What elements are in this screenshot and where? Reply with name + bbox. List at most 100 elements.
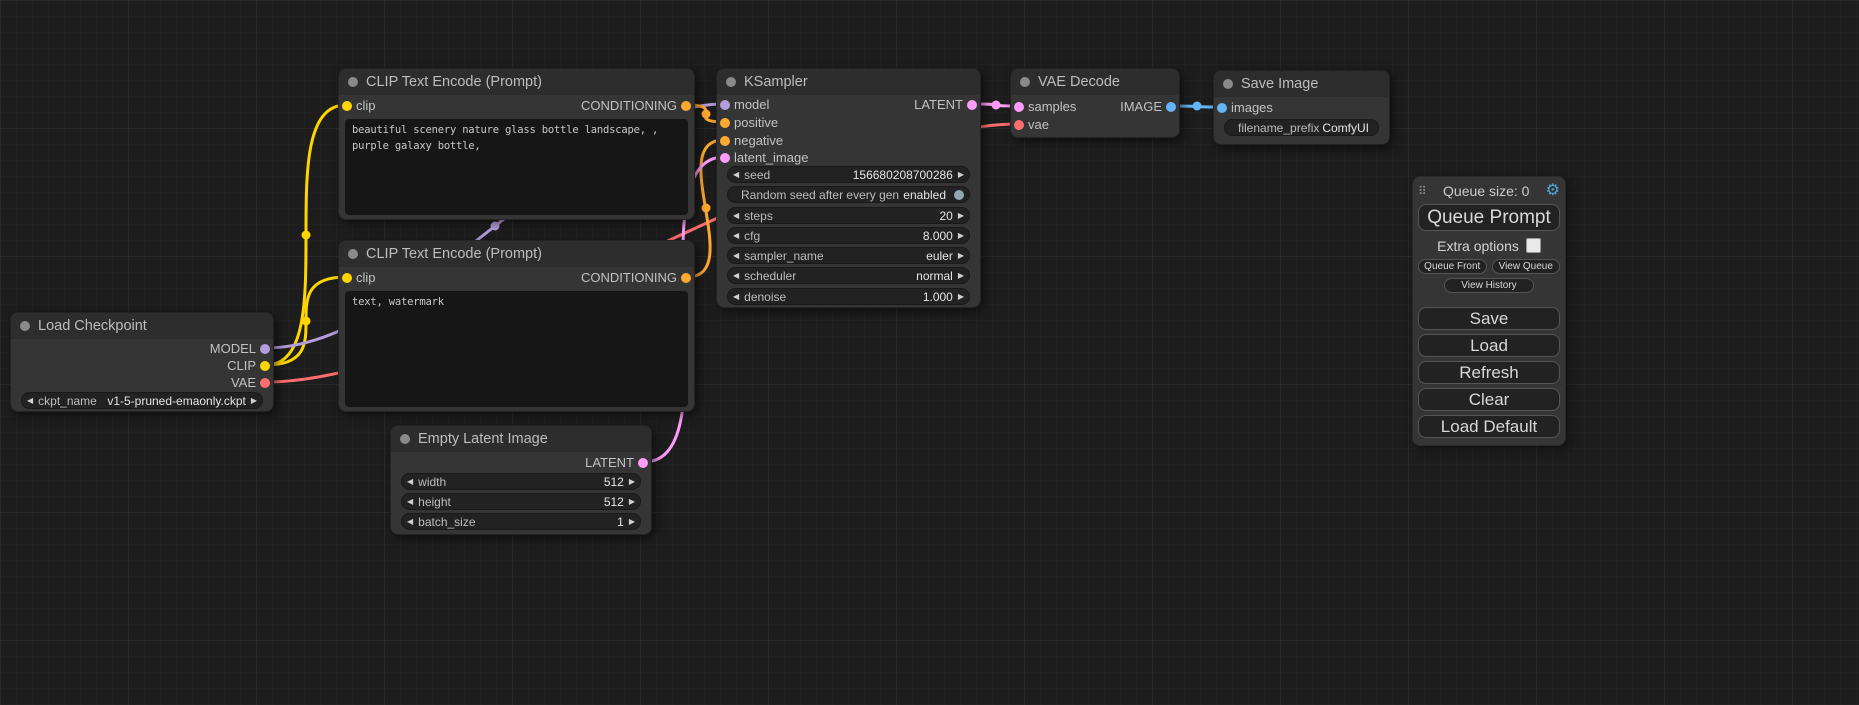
load-button[interactable]: Load bbox=[1418, 334, 1560, 357]
combo-left-arrow-icon[interactable]: ◀ bbox=[733, 212, 739, 220]
output-slot-latent-label: LATENT bbox=[914, 97, 963, 113]
input-socket-model[interactable] bbox=[720, 100, 730, 110]
node-clip-text-encode-negative[interactable]: CLIP Text Encode (Prompt) clip CONDITION… bbox=[338, 240, 695, 412]
refresh-button[interactable]: Refresh bbox=[1418, 361, 1560, 384]
widget-name: cfg bbox=[744, 229, 760, 243]
node-empty-latent-image[interactable]: Empty Latent Image LATENT ◀ width 512 ▶ … bbox=[390, 425, 652, 535]
output-socket-vae[interactable] bbox=[260, 378, 270, 388]
widget-random-seed-toggle[interactable]: Random seed after every gen enabled bbox=[727, 186, 970, 203]
collapse-dot-icon[interactable] bbox=[400, 434, 410, 444]
combo-right-arrow-icon[interactable]: ▶ bbox=[251, 397, 257, 405]
combo-left-arrow-icon[interactable]: ◀ bbox=[407, 518, 413, 526]
input-socket-positive[interactable] bbox=[720, 118, 730, 128]
collapse-dot-icon[interactable] bbox=[1020, 77, 1030, 87]
widget-width[interactable]: ◀ width 512 ▶ bbox=[401, 473, 641, 490]
input-socket-negative[interactable] bbox=[720, 136, 730, 146]
output-slot-latent-label: LATENT bbox=[585, 455, 634, 471]
combo-left-arrow-icon[interactable]: ◀ bbox=[733, 293, 739, 301]
node-title-bar[interactable]: VAE Decode bbox=[1011, 69, 1179, 95]
output-socket-conditioning[interactable] bbox=[681, 101, 691, 111]
combo-right-arrow-icon[interactable]: ▶ bbox=[958, 293, 964, 301]
input-slot-samples-label: samples bbox=[1028, 99, 1076, 115]
settings-gear-icon[interactable]: ⚙ bbox=[1546, 183, 1560, 199]
combo-left-arrow-icon[interactable]: ◀ bbox=[733, 252, 739, 260]
node-load-checkpoint[interactable]: Load Checkpoint MODEL CLIP VAE ◀ ckpt_na… bbox=[10, 312, 274, 412]
combo-right-arrow-icon[interactable]: ▶ bbox=[629, 478, 635, 486]
output-socket-latent[interactable] bbox=[967, 100, 977, 110]
prompt-text-area[interactable]: beautiful scenery nature glass bottle la… bbox=[345, 119, 688, 215]
combo-right-arrow-icon[interactable]: ▶ bbox=[958, 232, 964, 240]
widget-steps[interactable]: ◀ steps 20 ▶ bbox=[727, 207, 970, 224]
combo-right-arrow-icon[interactable]: ▶ bbox=[629, 498, 635, 506]
node-save-image[interactable]: Save Image images filename_prefix ComfyU… bbox=[1213, 70, 1390, 145]
widget-value: 8.000 bbox=[923, 229, 953, 243]
extra-options-checkbox[interactable] bbox=[1526, 238, 1541, 253]
node-title-bar[interactable]: KSampler bbox=[717, 69, 980, 95]
combo-left-arrow-icon[interactable]: ◀ bbox=[407, 478, 413, 486]
view-queue-button[interactable]: View Queue bbox=[1492, 259, 1561, 274]
input-socket-samples[interactable] bbox=[1014, 102, 1024, 112]
output-socket-model[interactable] bbox=[260, 344, 270, 354]
input-socket-clip[interactable] bbox=[342, 273, 352, 283]
link-midpoint-dot bbox=[302, 317, 311, 326]
collapse-dot-icon[interactable] bbox=[348, 249, 358, 259]
input-slot-images-label: images bbox=[1231, 100, 1273, 116]
input-slot-vae-label: vae bbox=[1028, 117, 1049, 133]
input-socket-images[interactable] bbox=[1217, 103, 1227, 113]
combo-right-arrow-icon[interactable]: ▶ bbox=[958, 272, 964, 280]
combo-right-arrow-icon[interactable]: ▶ bbox=[958, 171, 964, 179]
collapse-dot-icon[interactable] bbox=[1223, 79, 1233, 89]
node-title-bar[interactable]: CLIP Text Encode (Prompt) bbox=[339, 69, 694, 95]
toggle-dot-icon[interactable] bbox=[954, 190, 964, 200]
combo-left-arrow-icon[interactable]: ◀ bbox=[733, 272, 739, 280]
widget-cfg[interactable]: ◀ cfg 8.000 ▶ bbox=[727, 227, 970, 244]
view-history-button[interactable]: View History bbox=[1444, 278, 1533, 293]
combo-left-arrow-icon[interactable]: ◀ bbox=[733, 232, 739, 240]
widget-sampler-name[interactable]: ◀ sampler_name euler ▶ bbox=[727, 247, 970, 264]
output-socket-conditioning[interactable] bbox=[681, 273, 691, 283]
widget-scheduler[interactable]: ◀ scheduler normal ▶ bbox=[727, 267, 970, 284]
node-title-bar[interactable]: Load Checkpoint bbox=[11, 313, 273, 339]
input-slot-latent-image-label: latent_image bbox=[734, 150, 808, 166]
widget-height[interactable]: ◀ height 512 ▶ bbox=[401, 493, 641, 510]
widget-ckpt-name[interactable]: ◀ ckpt_name v1-5-pruned-emaonly.ckpt ▶ bbox=[21, 392, 263, 409]
widget-name: seed bbox=[744, 168, 770, 182]
prompt-text-area[interactable]: text, watermark bbox=[345, 291, 688, 407]
node-title-bar[interactable]: Empty Latent Image bbox=[391, 426, 651, 452]
load-default-button[interactable]: Load Default bbox=[1418, 415, 1560, 438]
combo-left-arrow-icon[interactable]: ◀ bbox=[733, 171, 739, 179]
queue-front-button[interactable]: Queue Front bbox=[1418, 259, 1487, 274]
combo-right-arrow-icon[interactable]: ▶ bbox=[958, 212, 964, 220]
output-socket-latent[interactable] bbox=[638, 458, 648, 468]
node-graph-canvas[interactable]: Load Checkpoint MODEL CLIP VAE ◀ ckpt_na… bbox=[0, 0, 1859, 705]
output-socket-clip[interactable] bbox=[260, 361, 270, 371]
drag-handle-icon[interactable]: ⠿ bbox=[1418, 184, 1427, 198]
widget-seed[interactable]: ◀ seed 156680208700286 ▶ bbox=[727, 166, 970, 183]
clear-button[interactable]: Clear bbox=[1418, 388, 1560, 411]
input-socket-vae[interactable] bbox=[1014, 120, 1024, 130]
widget-name: Random seed after every gen bbox=[741, 188, 899, 202]
collapse-dot-icon[interactable] bbox=[20, 321, 30, 331]
input-socket-latent-image[interactable] bbox=[720, 153, 730, 163]
widget-denoise[interactable]: ◀ denoise 1.000 ▶ bbox=[727, 288, 970, 305]
combo-left-arrow-icon[interactable]: ◀ bbox=[27, 397, 33, 405]
node-title-bar[interactable]: Save Image bbox=[1214, 71, 1389, 97]
combo-right-arrow-icon[interactable]: ▶ bbox=[958, 252, 964, 260]
node-clip-text-encode-positive[interactable]: CLIP Text Encode (Prompt) clip CONDITION… bbox=[338, 68, 695, 220]
queue-prompt-button[interactable]: Queue Prompt bbox=[1418, 204, 1560, 231]
output-socket-image[interactable] bbox=[1166, 102, 1176, 112]
widget-filename-prefix[interactable]: filename_prefix ComfyUI bbox=[1224, 119, 1379, 136]
input-socket-clip[interactable] bbox=[342, 101, 352, 111]
collapse-dot-icon[interactable] bbox=[348, 77, 358, 87]
extra-options-row: Extra options bbox=[1418, 236, 1560, 255]
collapse-dot-icon[interactable] bbox=[726, 77, 736, 87]
node-title-bar[interactable]: CLIP Text Encode (Prompt) bbox=[339, 241, 694, 267]
widget-value: ComfyUI bbox=[1322, 121, 1369, 135]
combo-right-arrow-icon[interactable]: ▶ bbox=[629, 518, 635, 526]
node-vae-decode[interactable]: VAE Decode samples vae IMAGE bbox=[1010, 68, 1180, 138]
save-button[interactable]: Save bbox=[1418, 307, 1560, 330]
widget-name: width bbox=[418, 475, 446, 489]
combo-left-arrow-icon[interactable]: ◀ bbox=[407, 498, 413, 506]
widget-batch-size[interactable]: ◀ batch_size 1 ▶ bbox=[401, 513, 641, 530]
node-ksampler[interactable]: KSampler model positive negative latent_… bbox=[716, 68, 981, 308]
